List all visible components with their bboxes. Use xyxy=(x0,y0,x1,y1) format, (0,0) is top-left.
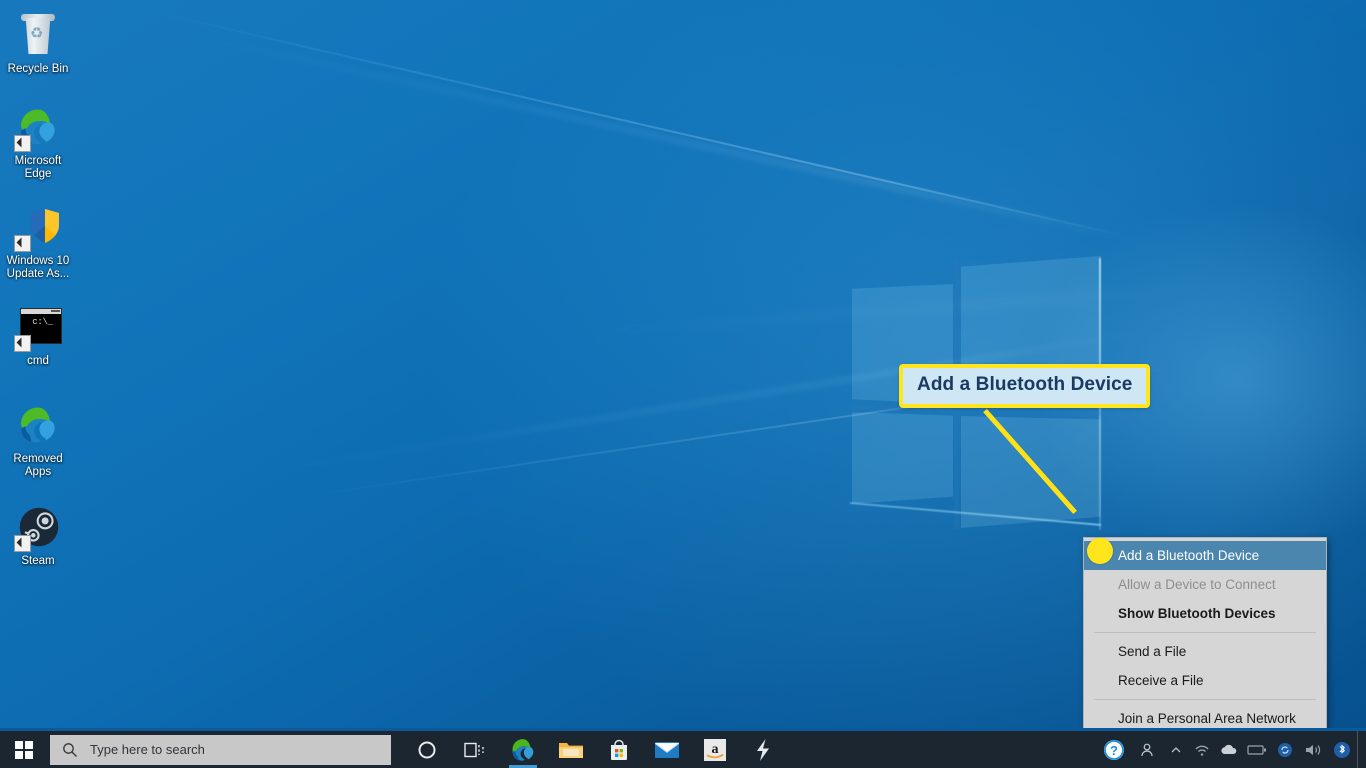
edge-icon xyxy=(512,738,534,761)
onedrive-icon[interactable] xyxy=(1215,731,1243,768)
folder-icon xyxy=(559,742,583,758)
logo-edge xyxy=(849,502,1102,526)
task-view-button[interactable] xyxy=(451,731,499,768)
task-view-icon xyxy=(464,742,484,757)
amazon-button[interactable]: a xyxy=(691,731,739,768)
wifi-icon xyxy=(1195,745,1209,756)
menu-item-show-bluetooth-devices[interactable]: Show Bluetooth Devices xyxy=(1084,599,1326,628)
desktop-icon-label: Microsoft Edge xyxy=(14,155,62,180)
wifi-icon[interactable] xyxy=(1189,731,1215,768)
edge-icon xyxy=(14,104,62,152)
logo-pane xyxy=(852,412,953,504)
svg-text:?: ? xyxy=(1110,743,1118,758)
people-icon[interactable] xyxy=(1131,731,1163,768)
lightning-bolt-icon xyxy=(757,738,769,761)
cloud-icon xyxy=(1221,744,1237,754)
mail-button[interactable] xyxy=(643,731,691,768)
shortcut-arrow-icon xyxy=(14,235,31,252)
windows-start-icon xyxy=(15,740,33,759)
menu-item-allow-a-device-to-connect: Allow a Device to Connect xyxy=(1118,577,1276,592)
desktop-icon-label: Steam xyxy=(21,555,55,567)
menu-separator xyxy=(1094,699,1316,700)
desktop-icon-cmd[interactable]: c:\_ cmd xyxy=(0,304,76,368)
get-help-icon[interactable]: ? xyxy=(1097,731,1131,768)
desktop-icon-label: Windows 10 Update As... xyxy=(6,255,70,280)
battery-icon[interactable] xyxy=(1243,731,1271,768)
sync-circle-icon xyxy=(1278,742,1292,757)
menu-item-add-a-bluetooth-device[interactable]: Add a Bluetooth Device xyxy=(1084,541,1326,570)
desktop-icon-windows-10-update-assistant[interactable]: Windows 10 Update As... xyxy=(0,204,76,281)
question-circle-icon: ? xyxy=(1104,739,1124,760)
envelope-icon xyxy=(654,741,680,758)
menu-item-receive-a-file[interactable]: Receive a File xyxy=(1084,666,1326,695)
search-icon xyxy=(63,742,77,757)
cortana-button[interactable] xyxy=(403,731,451,768)
microsoft-store-button[interactable] xyxy=(595,731,643,768)
desktop-icon-steam[interactable]: Steam xyxy=(0,504,76,568)
shortcut-arrow-icon xyxy=(14,335,31,352)
file-explorer-button[interactable] xyxy=(547,731,595,768)
svg-text:a: a xyxy=(712,742,719,757)
shield-icon-svg xyxy=(31,209,59,243)
desktop-icon-recycle-bin[interactable]: ♻ Recycle Bin xyxy=(0,12,76,76)
menu-separator xyxy=(1094,632,1316,633)
start-button[interactable] xyxy=(0,731,48,768)
taskbar-buttons: a xyxy=(403,731,787,768)
bluetooth-icon[interactable] xyxy=(1327,731,1357,768)
desktop-icon-label: Removed Apps xyxy=(13,453,63,478)
menu-item-send-a-file[interactable]: Send a File xyxy=(1084,637,1326,666)
callout-label: Add a Bluetooth Device xyxy=(899,364,1151,408)
shortcut-arrow-icon xyxy=(14,535,31,552)
search-placeholder: Type here to search xyxy=(90,742,205,757)
wallpaper-light-ray xyxy=(559,285,1199,338)
edge-icon xyxy=(14,402,62,450)
steam-icon xyxy=(14,504,62,552)
battery-icon xyxy=(1247,744,1266,755)
cortana-circle-icon xyxy=(418,741,436,758)
person-icon xyxy=(1141,743,1153,756)
volume-icon[interactable] xyxy=(1299,731,1327,768)
sync-icon[interactable] xyxy=(1271,731,1299,768)
taskbar: Type here to search a ? xyxy=(0,728,1366,768)
speaker-icon xyxy=(1306,744,1321,755)
logo-pane xyxy=(961,416,1101,528)
desktop-icon-removed-apps[interactable]: Removed Apps xyxy=(0,402,76,479)
microsoft-edge-button[interactable] xyxy=(499,731,547,768)
wallpaper-light-ray xyxy=(179,30,1139,244)
recycle-bin-icon: ♻ xyxy=(14,12,62,60)
shield-icon xyxy=(14,204,62,252)
bluetooth-icon xyxy=(1334,741,1350,758)
search-input[interactable]: Type here to search xyxy=(50,734,391,765)
edge-icon-svg xyxy=(20,407,55,443)
wallpaper-light-ray xyxy=(149,10,1125,237)
show-desktop-button[interactable] xyxy=(1357,731,1366,768)
system-tray: ? xyxy=(1097,731,1366,768)
amazon-icon: a xyxy=(704,738,726,761)
store-bag-icon xyxy=(611,739,627,760)
desktop-icon-label: cmd xyxy=(27,355,49,367)
lightning-app-button[interactable] xyxy=(739,731,787,768)
desktop-icon-microsoft-edge[interactable]: Microsoft Edge xyxy=(0,104,76,181)
desktop-screen: ♻ Recycle Bin Microsoft Edge Windows 10 … xyxy=(0,0,1366,768)
callout-target-dot xyxy=(1087,538,1113,564)
command-prompt-icon: c:\_ xyxy=(14,304,62,352)
desktop-icon-label: Recycle Bin xyxy=(7,63,69,75)
show-hidden-icons-button[interactable] xyxy=(1163,731,1189,768)
chevron-up-icon xyxy=(1171,746,1181,752)
shortcut-arrow-icon xyxy=(14,135,31,152)
